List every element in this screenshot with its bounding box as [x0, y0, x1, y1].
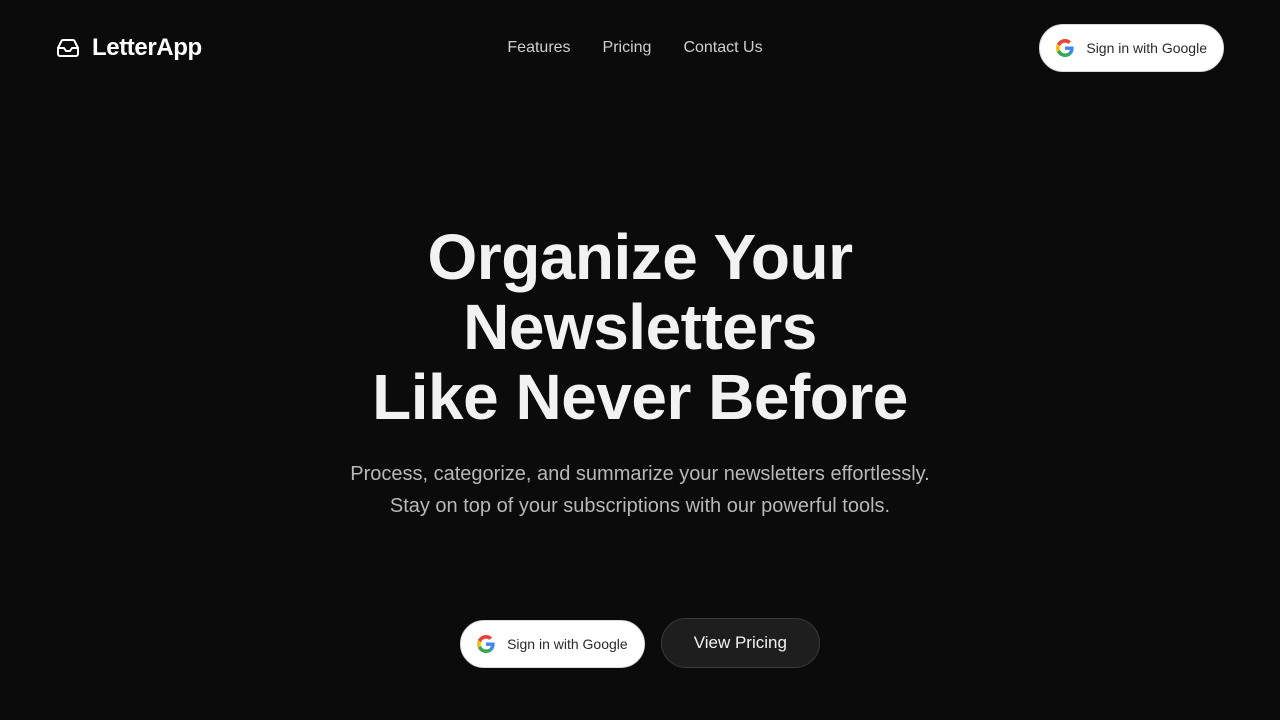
inbox-icon	[57, 39, 79, 57]
hero-title-line: Organize Your	[427, 221, 854, 293]
google-icon	[477, 635, 495, 653]
hero-title-line: Like Never Before	[372, 361, 908, 433]
nav-link-features[interactable]: Features	[507, 36, 570, 60]
hero-subtitle: Process, categorize, and summarize your …	[350, 463, 930, 517]
nav-link-pricing[interactable]: Pricing	[603, 36, 652, 60]
header-signin-label: Sign in with Google	[1086, 40, 1207, 56]
brand-logo-link[interactable]: LetterApp	[56, 32, 202, 64]
nav-link-contact[interactable]: Contact Us	[683, 36, 762, 60]
brand-name: LetterApp	[92, 34, 202, 61]
hero-title: Organize Your Newsletters Like Never Bef…	[0, 222, 1280, 432]
hero-signin-label: Sign in with Google	[507, 636, 628, 652]
header-google-signin-button[interactable]: Sign in with Google	[1039, 24, 1224, 72]
landing-page: LetterApp Features Pricing Contact Us Si…	[0, 0, 1280, 720]
hero-cta-row: Sign in with Google View Pricing	[0, 618, 1280, 668]
google-icon	[1056, 39, 1074, 57]
view-pricing-button[interactable]: View Pricing	[660, 618, 820, 668]
site-header: LetterApp Features Pricing Contact Us Si…	[0, 0, 1280, 96]
hero-google-signin-button[interactable]: Sign in with Google	[460, 620, 645, 668]
hero-title-line: Newsletters	[463, 291, 817, 363]
